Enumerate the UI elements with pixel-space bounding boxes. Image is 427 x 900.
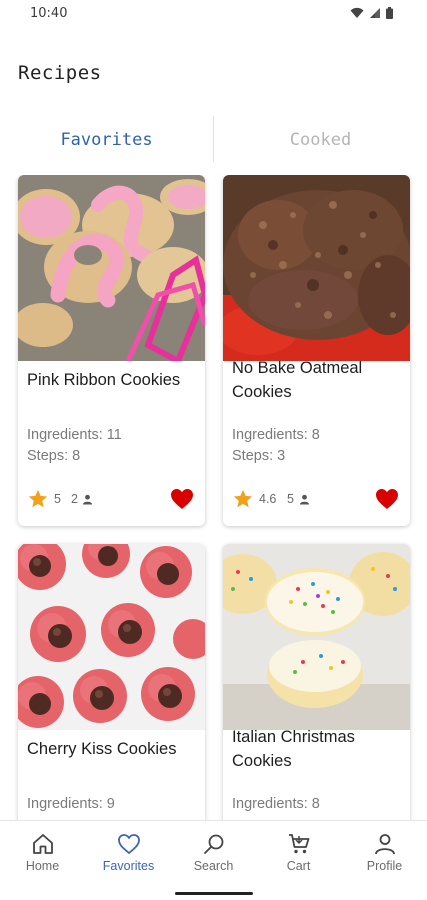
tab-favorites[interactable]: Favorites <box>0 116 213 164</box>
home-icon <box>32 834 53 854</box>
nav-favorites[interactable]: Favorites <box>86 821 171 883</box>
recipe-image <box>223 175 410 361</box>
recipe-footer: 5 2 <box>27 488 197 512</box>
wifi-icon <box>350 7 364 18</box>
favorite-heart-icon[interactable] <box>375 488 399 510</box>
battery-icon <box>386 7 393 19</box>
favorite-heart-icon[interactable] <box>170 488 194 510</box>
profile-icon <box>374 834 395 855</box>
status-icons <box>350 7 393 19</box>
person-icon <box>299 494 310 505</box>
recipe-steps: Steps: 3 <box>232 448 286 464</box>
nav-label: Home <box>25 859 60 873</box>
star-icon <box>28 489 48 508</box>
nav-label: Profile <box>366 859 403 873</box>
nav-search[interactable]: Search <box>171 821 256 883</box>
recipe-title: Pink Ribbon Cookies <box>27 371 181 389</box>
cart-icon <box>288 834 309 854</box>
status-bar: 10:40 <box>0 0 427 30</box>
recipe-card[interactable]: Pink Ribbon Cookies Ingredients: 11 Step… <box>18 175 205 526</box>
cooks-count: 5 <box>287 492 294 506</box>
recipe-image <box>18 544 205 730</box>
nav-home[interactable]: Home <box>0 821 85 883</box>
recipe-footer: 4.6 5 <box>232 488 402 512</box>
recipe-card[interactable]: No Bake Oatmeal Cookies Ingredients: 8 S… <box>223 175 410 526</box>
recipe-ingredients: Ingredients: 9 <box>27 796 115 812</box>
nav-label: Search <box>193 859 234 873</box>
recipe-ingredients: Ingredients: 11 <box>27 427 122 443</box>
status-time: 10:40 <box>30 6 68 21</box>
rating-value: 5 <box>54 492 61 506</box>
cooks-count: 2 <box>71 492 78 506</box>
recipe-title: No Bake Oatmeal Cookies <box>232 359 363 401</box>
page-title: Recipes <box>18 62 102 84</box>
bottom-nav: Home Favorites Search Cart Profile <box>0 820 427 900</box>
recipe-card[interactable]: Italian Christmas Cookies Ingredients: 8 <box>223 544 410 820</box>
recipe-ingredients: Ingredients: 8 <box>232 796 320 812</box>
nav-cart[interactable]: Cart <box>256 821 341 883</box>
search-icon <box>203 834 223 854</box>
recipe-grid: Pink Ribbon Cookies Ingredients: 11 Step… <box>0 175 427 820</box>
tab-cooked[interactable]: Cooked <box>214 116 427 164</box>
heart-icon <box>117 834 140 854</box>
nav-profile[interactable]: Profile <box>342 821 427 883</box>
recipe-image <box>18 175 205 361</box>
gesture-bar[interactable] <box>175 892 253 895</box>
recipe-title: Italian Christmas Cookies <box>232 728 355 770</box>
person-icon <box>82 494 93 505</box>
nav-label: Favorites <box>102 859 155 873</box>
recipe-title: Cherry Kiss Cookies <box>27 740 177 758</box>
tab-bar: Favorites Cooked <box>0 116 427 164</box>
signal-icon <box>370 8 380 18</box>
recipe-ingredients: Ingredients: 8 <box>232 427 320 443</box>
recipe-image <box>223 544 410 730</box>
star-icon <box>233 489 253 508</box>
nav-label: Cart <box>286 859 311 873</box>
rating-value: 4.6 <box>259 492 277 506</box>
recipe-card[interactable]: Cherry Kiss Cookies Ingredients: 9 <box>18 544 205 820</box>
recipe-steps: Steps: 8 <box>27 448 81 464</box>
